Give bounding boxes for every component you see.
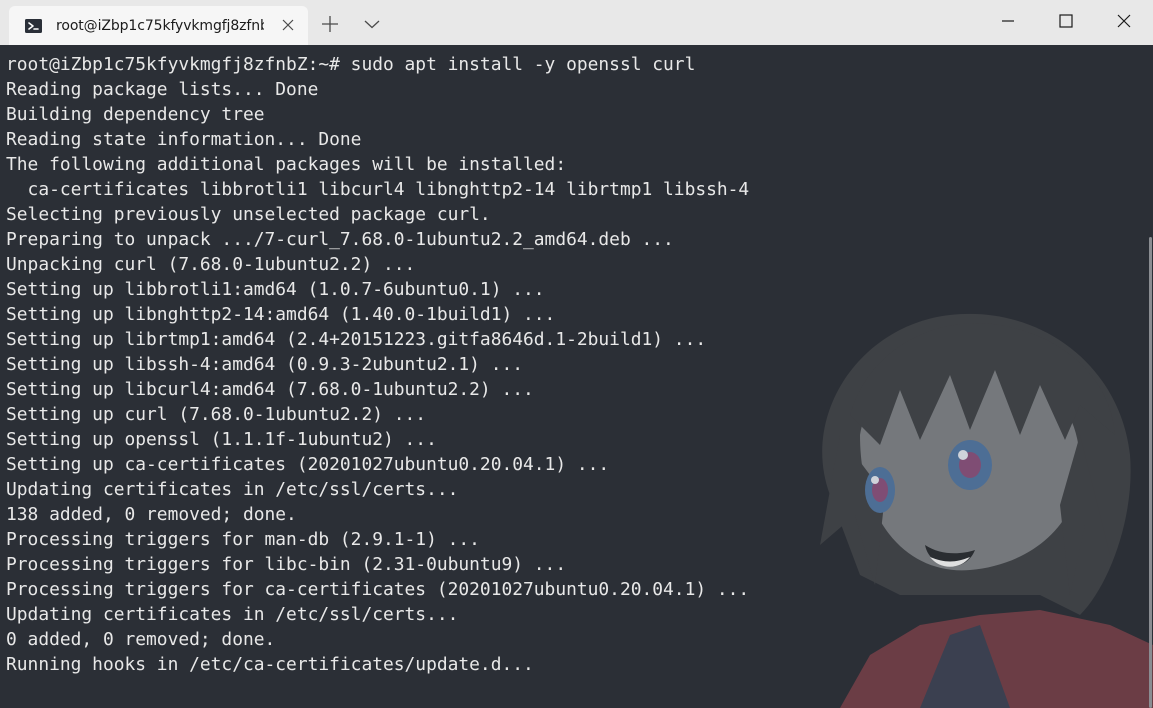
minimize-icon xyxy=(1002,20,1014,22)
terminal-line: Setting up curl (7.68.0-1ubuntu2.2) ... xyxy=(6,404,427,425)
terminal-line: Setting up openssl (1.1.1f-1ubuntu2) ... xyxy=(6,429,437,450)
terminal-line: Updating certificates in /etc/ssl/certs.… xyxy=(6,604,459,625)
terminal-line: Unpacking curl (7.68.0-1ubuntu2.2) ... xyxy=(6,254,416,275)
terminal-line: 0 added, 0 removed; done. xyxy=(6,629,276,650)
minimize-button[interactable] xyxy=(979,0,1037,42)
terminal-line: Setting up ca-certificates (20201027ubun… xyxy=(6,454,610,475)
terminal-line: The following additional packages will b… xyxy=(6,154,567,175)
terminal-line: ca-certificates libbrotli1 libcurl4 libn… xyxy=(6,179,750,200)
close-button[interactable] xyxy=(1095,0,1153,42)
terminal-line: Reading package lists... Done xyxy=(6,79,319,100)
terminal-line: Setting up libssh-4:amd64 (0.9.3-2ubuntu… xyxy=(6,354,524,375)
terminal-line: root@iZbp1c75kfyvkmgfj8zfnbZ:~# sudo apt… xyxy=(6,54,696,75)
powershell-icon xyxy=(25,18,42,33)
plus-icon[interactable] xyxy=(319,13,341,35)
chevron-down-icon[interactable] xyxy=(361,13,383,35)
terminal-line: Preparing to unpack .../7-curl_7.68.0-1u… xyxy=(6,229,674,250)
terminal-line: Setting up libcurl4:amd64 (7.68.0-1ubunt… xyxy=(6,379,534,400)
close-icon xyxy=(1117,14,1131,28)
maximize-icon xyxy=(1059,14,1073,28)
maximize-button[interactable] xyxy=(1037,0,1095,42)
terminal-line: Processing triggers for libc-bin (2.31-0… xyxy=(6,554,567,575)
vertical-scrollbar[interactable] xyxy=(1149,237,1152,708)
terminal-line: Running hooks in /etc/ca-certificates/up… xyxy=(6,654,534,675)
tab-active[interactable]: root@iZbp1c75kfyvkmgfj8zfnbZ xyxy=(9,6,308,45)
terminal-line: Selecting previously unselected package … xyxy=(6,204,491,225)
terminal-window: root@iZbp1c75kfyvkmgfj8zfnbZ root@iZbp1c… xyxy=(0,0,1153,708)
tab-title: root@iZbp1c75kfyvkmgfj8zfnbZ xyxy=(56,17,264,34)
terminal-line: Building dependency tree xyxy=(6,104,265,125)
terminal-line: Setting up librtmp1:amd64 (2.4+20151223.… xyxy=(6,329,707,350)
terminal-line: Processing triggers for man-db (2.9.1-1)… xyxy=(6,529,480,550)
terminal-line: Processing triggers for ca-certificates … xyxy=(6,579,750,600)
terminal-line: 138 added, 0 removed; done. xyxy=(6,504,297,525)
terminal-line: Setting up libbrotli1:amd64 (1.0.7-6ubun… xyxy=(6,279,545,300)
terminal-output[interactable]: root@iZbp1c75kfyvkmgfj8zfnbZ:~# sudo apt… xyxy=(0,45,1153,708)
anime-character-illustration xyxy=(820,313,1153,708)
terminal-line: Reading state information... Done xyxy=(6,129,362,150)
close-icon[interactable] xyxy=(280,17,296,33)
title-bar[interactable]: root@iZbp1c75kfyvkmgfj8zfnbZ xyxy=(0,0,1153,45)
terminal-line: Setting up libnghttp2-14:amd64 (1.40.0-1… xyxy=(6,304,556,325)
terminal-lines: root@iZbp1c75kfyvkmgfj8zfnbZ:~# sudo apt… xyxy=(6,52,749,677)
terminal-line: Updating certificates in /etc/ssl/certs.… xyxy=(6,479,459,500)
